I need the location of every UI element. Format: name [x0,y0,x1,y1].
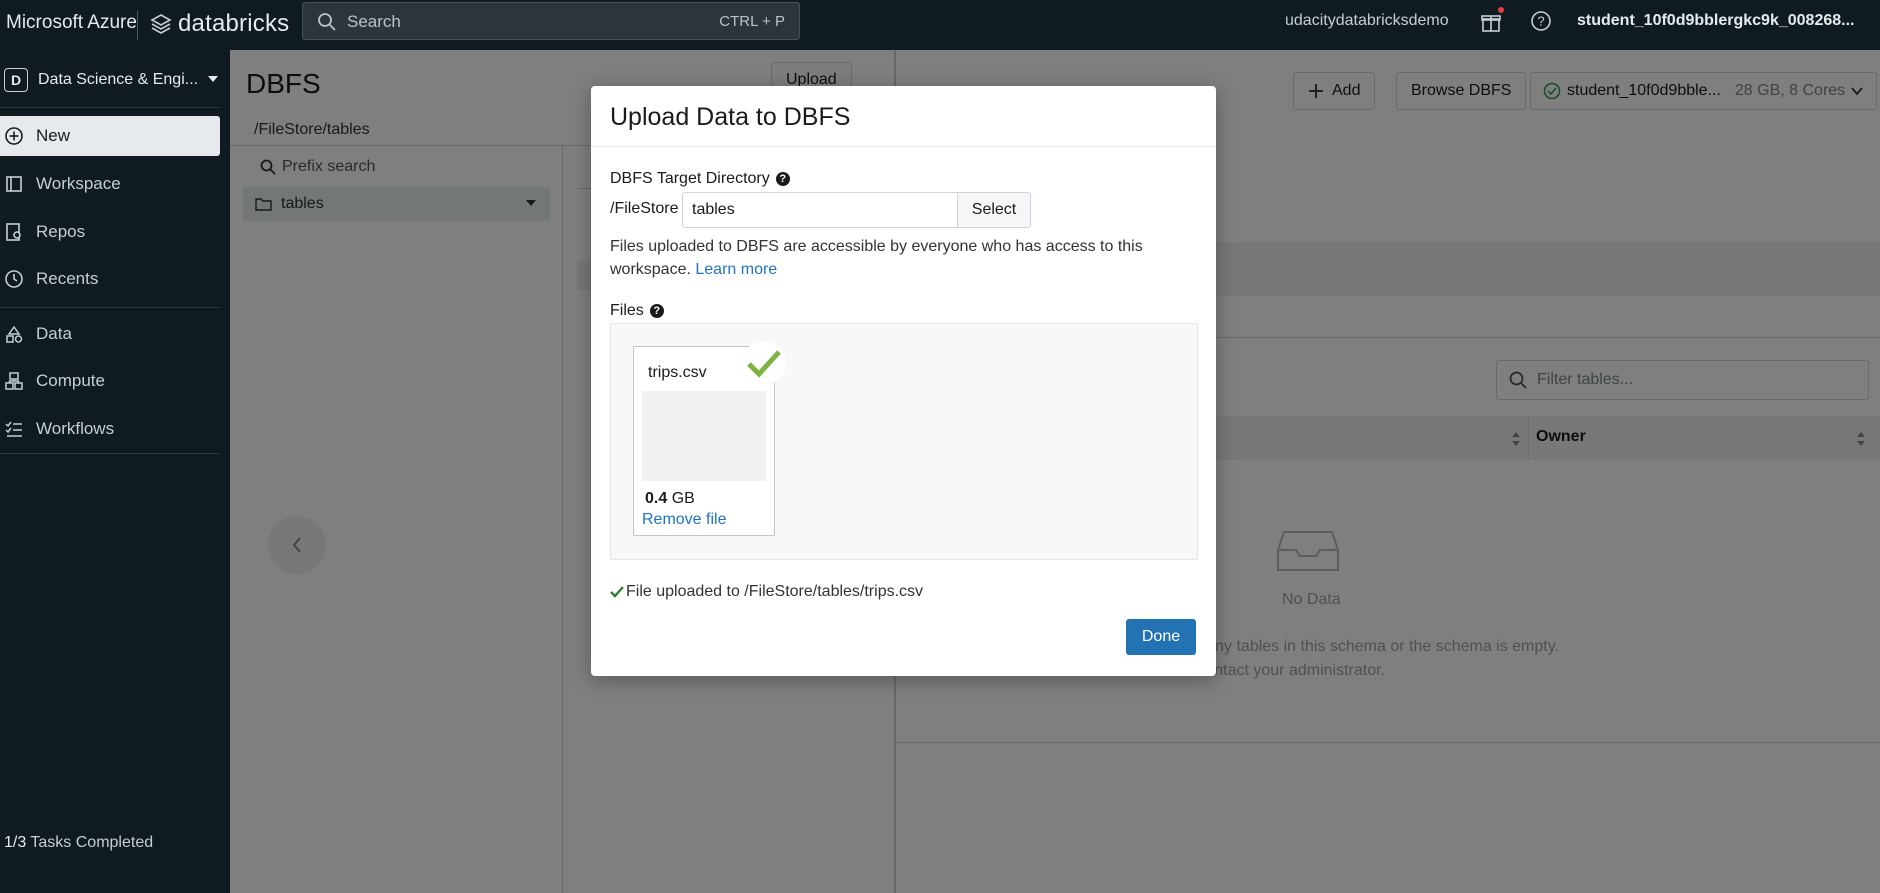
target-directory-input[interactable] [682,192,958,228]
files-label: Files ? [610,302,664,320]
workspace-switcher[interactable]: udacitydatabricksdemo [1285,12,1449,30]
sidebar-item-label: Repos [36,222,86,241]
sidebar-item-label: Compute [36,371,105,390]
persona-badge: D [4,68,28,92]
tasks-progress[interactable]: 1/3 Tasks Completed [4,834,153,852]
files-text: Files [610,302,644,319]
upload-success-badge [742,341,786,385]
sidebar-item-label: Workflows [36,419,115,438]
caret-down-icon [208,76,219,82]
target-directory-label: DBFS Target Directory ? [610,170,790,188]
clock-icon [5,270,23,288]
sidebar-item-data[interactable]: Data [0,314,220,354]
search-placeholder: Search [347,12,401,31]
sidebar-item-recents[interactable]: Recents [0,259,220,299]
azure-brand: Microsoft Azure [6,12,137,33]
upload-dialog: Upload Data to DBFS DBFS Target Director… [591,86,1216,676]
top-bar: Microsoft Azure databricks Search CTRL +… [0,0,1880,50]
sidebar-item-label: New [36,126,71,145]
file-size-unit: GB [671,490,695,507]
help-icon[interactable]: ? [1530,10,1552,32]
persona-label: Data Science & Engi... [38,71,199,88]
sidebar-item-label: Recents [36,269,99,288]
path-prefix: /FileStore [610,200,679,217]
tasks-count: 1/3 [4,834,27,851]
databricks-wordmark: databricks [178,10,290,37]
sidebar-item-label: Data [36,324,72,343]
file-dropzone[interactable]: trips.csv 0.4 GB Remove file [610,323,1198,560]
sidebar-item-workflows[interactable]: Workflows [0,409,220,449]
file-size-value: 0.4 [645,490,668,507]
file-card: trips.csv 0.4 GB Remove file [633,341,786,536]
help-circle-icon[interactable]: ? [649,304,664,318]
databricks-logo-icon [150,14,172,34]
checkmark-icon [747,350,781,378]
sidebar-item-repos[interactable]: Repos [0,212,220,252]
access-note: Files uploaded to DBFS are accessible by… [610,235,1190,281]
persona-switcher[interactable]: D Data Science & Engi... [4,68,219,92]
checkmark-icon [610,586,624,598]
divider [591,146,1216,147]
access-note-text: Files uploaded to DBFS are accessible by… [610,238,1143,278]
workflows-icon [5,421,22,437]
upload-status-text: File uploaded to /FileStore/tables/trips… [626,583,924,600]
workspace-icon [6,176,22,192]
sidebar-divider [0,307,220,308]
databricks-logo[interactable]: databricks [150,10,289,38]
gift-icon[interactable] [1480,11,1502,33]
file-thumbnail [642,391,766,481]
data-icon [6,325,23,343]
svg-text:?: ? [1537,14,1544,29]
brand-divider [137,10,138,40]
remove-file-link[interactable]: Remove file [642,511,726,529]
sidebar-item-new[interactable]: New [0,116,220,156]
sidebar: D Data Science & Engi... New Workspace R… [0,50,230,893]
tasks-label: Tasks Completed [30,834,154,851]
plus-circle-icon [5,127,23,145]
search-icon [318,13,336,31]
learn-more-link[interactable]: Learn more [695,261,777,278]
file-name: trips.csv [648,364,707,381]
file-size: 0.4 GB [645,490,695,508]
sidebar-item-label: Workspace [36,174,121,193]
sidebar-divider [0,107,220,108]
upload-status: File uploaded to /FileStore/tables/trips… [610,583,923,601]
search-shortcut: CTRL + P [719,13,785,30]
dialog-title: Upload Data to DBFS [610,103,851,131]
repos-icon [6,223,21,241]
sidebar-item-compute[interactable]: Compute [0,361,220,401]
compute-icon [5,372,23,390]
sidebar-item-workspace[interactable]: Workspace [0,164,220,204]
user-menu[interactable]: student_10f0d9bblergkc9k_008268... [1577,12,1854,30]
done-button[interactable]: Done [1126,619,1196,655]
sidebar-divider [0,453,220,454]
global-search-input[interactable]: Search CTRL + P [302,2,800,40]
notification-dot [1498,7,1504,13]
help-circle-icon[interactable]: ? [775,172,790,186]
select-directory-button[interactable]: Select [957,192,1031,228]
target-directory-text: DBFS Target Directory [610,170,770,187]
